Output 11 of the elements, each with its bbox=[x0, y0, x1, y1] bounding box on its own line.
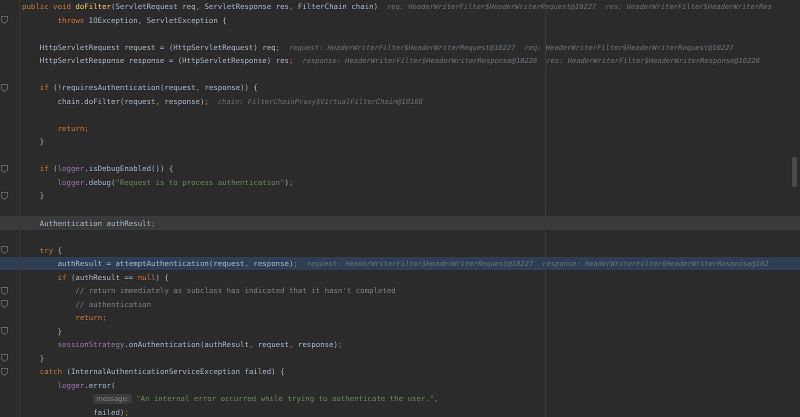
fold-icon[interactable] bbox=[1, 164, 8, 173]
fold-icon[interactable] bbox=[1, 16, 8, 24]
fold-icon[interactable] bbox=[1, 192, 8, 200]
fold-icon[interactable] bbox=[1, 300, 8, 308]
fold-icon[interactable] bbox=[1, 368, 8, 376]
fold-icon[interactable] bbox=[1, 286, 8, 295]
fold-icon[interactable] bbox=[1, 327, 8, 336]
fold-icon[interactable] bbox=[1, 354, 8, 362]
fold-icon[interactable] bbox=[1, 246, 8, 254]
fold-icon[interactable] bbox=[1, 84, 8, 92]
scrollbar-thumb[interactable] bbox=[792, 157, 797, 187]
